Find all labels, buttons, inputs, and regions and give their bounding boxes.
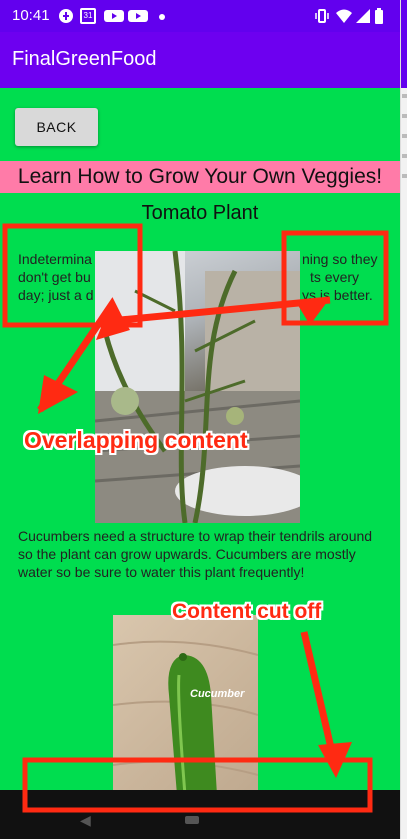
side-panel-text: [402, 94, 407, 98]
tomato-text-left-1: Indetermina: [18, 251, 92, 267]
tomato-text-right-3: ys is better.: [302, 287, 373, 303]
tomato-title: Tomato Plant: [141, 202, 259, 224]
youtube-icon: [128, 10, 148, 22]
status-time: 10:41: [12, 7, 50, 24]
vibrate-icon: [315, 9, 329, 23]
side-panel-text: [402, 154, 407, 158]
tomato-plant-image: [95, 251, 300, 523]
side-panel-edge: [400, 0, 407, 839]
cucumber-text: Cucumbers need a structure to wrap their…: [18, 528, 373, 580]
cucumber-image-label: Cucumber: [190, 688, 245, 700]
calendar-icon: 31: [80, 8, 96, 24]
signal-icon: [356, 9, 370, 23]
battery-icon: [375, 8, 383, 24]
nav-home-icon[interactable]: [185, 816, 199, 824]
app-bar: FinalGreenFood: [0, 32, 400, 88]
sync-icon: [59, 9, 73, 23]
status-bar: 10:41 31: [0, 0, 400, 32]
cucumber-graphic: [113, 640, 258, 790]
tomato-text-left-3: day; just a d: [18, 287, 94, 303]
side-panel-text: [402, 134, 407, 138]
tomato-text-right-1: ning so they: [302, 251, 378, 267]
cucumber-image: [113, 615, 258, 790]
tomato-text-right-2: ts every: [310, 269, 360, 285]
dot-icon: [159, 14, 165, 20]
page-heading: Learn How to Grow Your Own Veggies!: [0, 161, 400, 193]
wifi-icon: [336, 9, 352, 23]
youtube-icon: [104, 10, 124, 22]
tomato-text-left-2: don't get bu: [18, 269, 91, 285]
side-panel-header: [401, 0, 407, 88]
app-title: FinalGreenFood: [12, 48, 157, 70]
nav-back-icon[interactable]: ◀: [80, 812, 91, 829]
cutoff-annotation-label: Content cut off: [172, 600, 322, 623]
overlap-annotation-label: Overlapping content: [24, 427, 248, 453]
back-button[interactable]: BACK: [15, 108, 98, 146]
side-panel-text: [402, 114, 407, 118]
nav-bar: ◀: [0, 790, 400, 839]
tomato-plant-graphic: [95, 251, 300, 523]
side-panel-text: [402, 174, 407, 178]
